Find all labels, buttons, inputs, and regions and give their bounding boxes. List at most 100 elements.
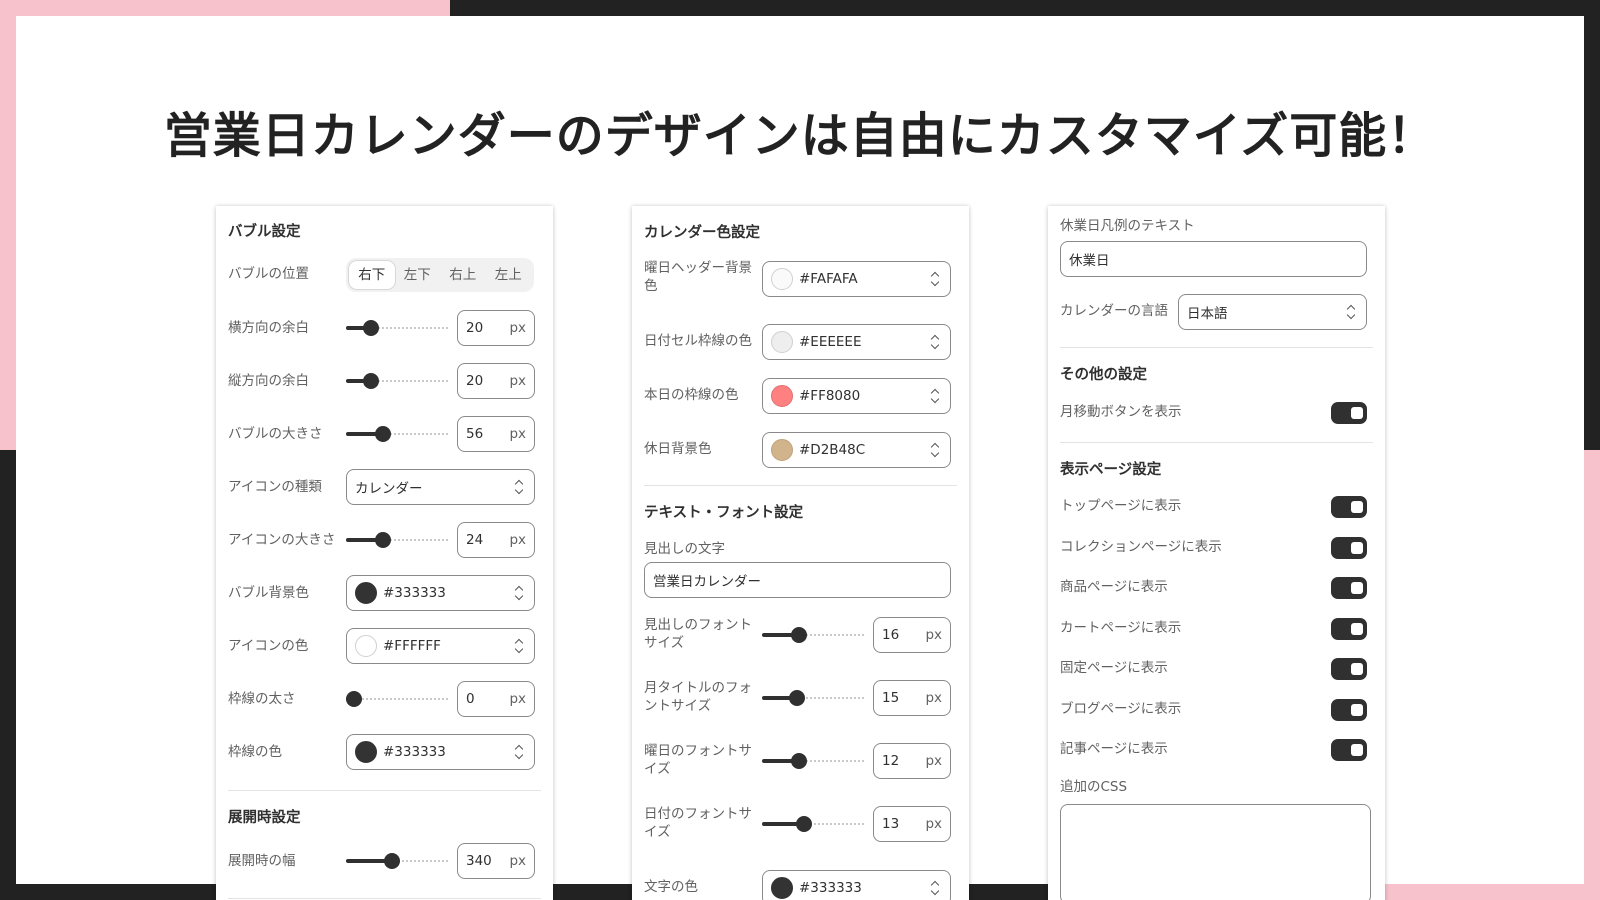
border-width-label: 枠線の太さ (228, 691, 296, 707)
icon-color-label: アイコンの色 (228, 638, 309, 654)
page-label-product: 商品ページに表示 (1060, 579, 1168, 595)
header-bg-label: 曜日ヘッダー背景色 (644, 260, 752, 294)
icon-size-input[interactable]: 24 px (457, 522, 535, 558)
heading-size-label: 見出しのフォントサイズ (644, 617, 752, 651)
select-chevron-icon (930, 387, 940, 405)
v-margin-label: 縦方向の余白 (228, 373, 309, 389)
icon-type-label: アイコンの種類 (228, 479, 322, 495)
icon-size-label: アイコンの大きさ (228, 532, 336, 548)
weekday-size-input[interactable]: 12 px (873, 743, 951, 779)
date-size-slider[interactable] (762, 814, 865, 834)
calendar-settings-panel: カレンダー色設定 曜日ヘッダー背景色 #FAFAFA 日付セル枠線の色 #EEE… (632, 206, 969, 900)
bubble-section-title: バブル設定 (228, 224, 301, 240)
v-margin-slider[interactable] (346, 371, 449, 391)
cell-border-label: 日付セル枠線の色 (644, 333, 752, 349)
heading-size-input[interactable]: 16 px (873, 617, 951, 653)
legend-text-input[interactable]: 休業日 (1060, 241, 1367, 277)
color-swatch (771, 439, 793, 461)
bubble-settings-panel: バブル設定 バブルの位置 右下 左下 右上 左上 横方向の余白 20 px 縦方向… (216, 206, 553, 900)
select-chevron-icon (930, 270, 940, 288)
h-margin-slider[interactable] (346, 318, 449, 338)
bubble-bg-label: バブル背景色 (228, 585, 309, 601)
custom-css-label: 追加のCSS (1060, 779, 1128, 795)
icon-type-select[interactable]: カレンダー (346, 469, 535, 505)
bubble-position-segmented: 右下 左下 右上 左上 (346, 258, 534, 292)
position-option-top-right[interactable]: 右上 (440, 261, 486, 289)
today-border-select[interactable]: #FF8080 (762, 378, 951, 414)
divider (644, 485, 957, 486)
color-swatch (771, 877, 793, 899)
bubble-bg-select[interactable]: #333333 (346, 575, 535, 611)
select-chevron-icon (930, 441, 940, 459)
month-size-input[interactable]: 15 px (873, 680, 951, 716)
select-chevron-icon (514, 478, 524, 496)
today-border-label: 本日の枠線の色 (644, 387, 739, 403)
bubble-size-input[interactable]: 56 px (457, 416, 535, 452)
bubble-size-label: バブルの大きさ (228, 426, 323, 442)
page-toggle-product[interactable] (1331, 577, 1367, 599)
text-font-section-title: テキスト・フォント設定 (644, 505, 804, 521)
heading-text-input[interactable]: 営業日カレンダー (644, 562, 951, 598)
position-option-bottom-left[interactable]: 左下 (395, 261, 441, 289)
h-margin-input[interactable]: 20 px (457, 310, 535, 346)
month-nav-label: 月移動ボタンを表示 (1060, 404, 1182, 420)
calendar-language-select[interactable]: 日本語 (1178, 294, 1367, 330)
month-size-slider[interactable] (762, 688, 865, 708)
page-label-blog: ブログページに表示 (1060, 701, 1182, 717)
divider (1060, 347, 1373, 348)
heading-text-label: 見出しの文字 (644, 541, 725, 557)
weekday-size-label: 曜日のフォントサイズ (644, 743, 752, 777)
expand-section-title: 展開時設定 (228, 810, 301, 826)
bubble-size-slider[interactable] (346, 424, 449, 444)
page-toggle-blog[interactable] (1331, 699, 1367, 721)
text-color-select[interactable]: #333333 (762, 870, 951, 900)
cell-border-select[interactable]: #EEEEEE (762, 324, 951, 360)
weekday-size-slider[interactable] (762, 751, 865, 771)
month-nav-toggle[interactable] (1331, 402, 1367, 424)
heading-size-slider[interactable] (762, 625, 865, 645)
page-toggle-article[interactable] (1331, 739, 1367, 761)
month-size-label: 月タイトルのフォントサイズ (644, 680, 752, 714)
select-chevron-icon (514, 637, 524, 655)
page-label-collection: コレクションページに表示 (1060, 539, 1222, 555)
border-color-label: 枠線の色 (228, 744, 282, 760)
expand-width-slider[interactable] (346, 851, 449, 871)
custom-css-textarea[interactable] (1060, 804, 1371, 900)
date-size-input[interactable]: 13 px (873, 806, 951, 842)
divider (228, 898, 541, 899)
calendar-language-label: カレンダーの言語 (1060, 303, 1168, 319)
date-size-label: 日付のフォントサイズ (644, 806, 752, 840)
pages-section-title: 表示ページ設定 (1060, 462, 1162, 478)
calendar-colors-section-title: カレンダー色設定 (644, 225, 760, 241)
page-title: 営業日カレンダーのデザインは自由にカスタマイズ可能！ (163, 108, 1437, 164)
position-option-bottom-right[interactable]: 右下 (349, 261, 395, 289)
divider (228, 790, 541, 791)
color-swatch (771, 385, 793, 407)
bubble-position-label: バブルの位置 (228, 266, 309, 282)
border-color-select[interactable]: #333333 (346, 734, 535, 770)
select-chevron-icon (930, 879, 940, 897)
icon-color-select[interactable]: #FFFFFF (346, 628, 535, 664)
page-label-cart: カートページに表示 (1060, 620, 1182, 636)
icon-size-slider[interactable] (346, 530, 449, 550)
page-toggle-cart[interactable] (1331, 618, 1367, 640)
header-bg-select[interactable]: #FAFAFA (762, 261, 951, 297)
expand-width-input[interactable]: 340 px (457, 843, 535, 879)
position-option-top-left[interactable]: 左上 (486, 261, 532, 289)
color-swatch (771, 331, 793, 353)
select-chevron-icon (514, 743, 524, 761)
color-swatch (355, 582, 377, 604)
color-swatch (771, 268, 793, 290)
v-margin-input[interactable]: 20 px (457, 363, 535, 399)
border-width-slider[interactable] (346, 689, 449, 709)
page-toggle-collection[interactable] (1331, 537, 1367, 559)
legend-text-label: 休業日凡例のテキスト (1060, 218, 1195, 234)
border-width-input[interactable]: 0 px (457, 681, 535, 717)
select-chevron-icon (514, 584, 524, 602)
other-settings-section-title: その他の設定 (1060, 367, 1147, 383)
page-toggle-top[interactable] (1331, 496, 1367, 518)
h-margin-label: 横方向の余白 (228, 320, 309, 336)
page-toggle-fixed[interactable] (1331, 658, 1367, 680)
holiday-bg-select[interactable]: #D2B48C (762, 432, 951, 468)
page-label-fixed: 固定ページに表示 (1060, 660, 1168, 676)
